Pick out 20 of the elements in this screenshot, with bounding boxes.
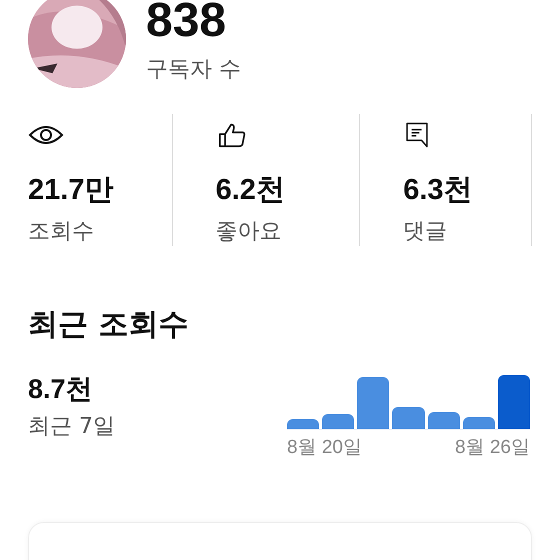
stat-label: 댓글 <box>403 218 448 246</box>
stat-value: 6.2천 <box>216 173 285 208</box>
period-label: 최근 7일 <box>28 413 115 441</box>
stat-label: 조회수 <box>28 218 94 246</box>
chart-bar <box>357 377 390 429</box>
chart-bar <box>392 407 425 429</box>
chart-bar <box>462 416 495 429</box>
section-title: 최근 조회수 <box>28 306 190 344</box>
chart-bar <box>322 414 354 429</box>
chart-bar <box>287 418 320 429</box>
axis-label: 8월 26일 <box>455 436 530 460</box>
recent-views-value: 8.7천 <box>28 373 94 406</box>
stat-value: 6.3천 <box>403 173 473 208</box>
stat-label: 좋아요 <box>216 218 282 246</box>
subscriber-label: 구독자 수 <box>146 56 241 84</box>
axis-label: 8월 20일 <box>287 436 362 460</box>
subscriber-count: 838 <box>146 0 228 46</box>
chart-bar <box>498 374 530 429</box>
stat-value: 21.7만 <box>28 173 114 208</box>
chart-bar <box>428 412 460 429</box>
